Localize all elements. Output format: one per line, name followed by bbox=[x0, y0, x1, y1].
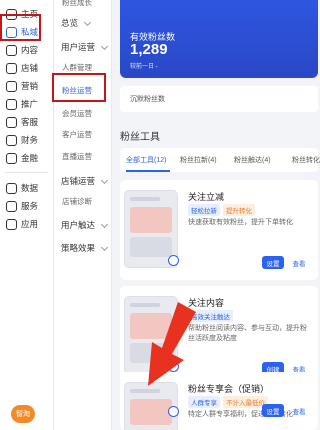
tool-card-follow-content: 关注内容 高效关注触达 帮助粉丝阅读内容、参与互动，提升粉丝活跃度及粘度 创建 … bbox=[120, 286, 318, 386]
data-icon bbox=[6, 182, 17, 194]
subnav-group-user-reach[interactable]: 用户触达 bbox=[61, 219, 95, 231]
tools-tabs: 全部工具(12) 粉丝拉新(4) 粉丝触达(4) 粉丝转化 bbox=[120, 148, 320, 172]
finance-service-icon bbox=[6, 152, 17, 164]
highlight-box-private-domain bbox=[0, 14, 41, 41]
subnav-item-member-ops[interactable]: 会员运营 bbox=[62, 108, 92, 119]
fans-stats-panel: 有效粉丝数 1,289 较前一日 - bbox=[120, 0, 318, 78]
subnav-group-strategy[interactable]: 策略效果 bbox=[61, 242, 95, 254]
sub-navigation: 粉丝成长 总览 用户运营 人群管理 粉丝运营 会员运营 客户运营 直播运营 店铺… bbox=[54, 0, 112, 430]
sidebar-item-finance[interactable]: 财务 bbox=[0, 130, 54, 150]
subnav-group-user-ops[interactable]: 用户运营 bbox=[61, 41, 95, 53]
silent-fans-label: 沉默粉丝数 bbox=[130, 96, 165, 103]
fans-tools-title: 粉丝工具 bbox=[120, 132, 160, 143]
services-icon bbox=[6, 200, 17, 212]
valid-fans-compare: 较前一日 - bbox=[130, 64, 158, 70]
tool-tag: 轻松拉新 bbox=[188, 204, 220, 216]
silent-fans-panel: 沉默粉丝数 bbox=[120, 86, 318, 112]
tool-tags: 高效关注触达 bbox=[188, 310, 233, 322]
tab-all-tools[interactable]: 全部工具(12) bbox=[126, 155, 166, 165]
chat-bubble-icon bbox=[168, 361, 179, 372]
service-icon bbox=[6, 116, 17, 128]
tool-title: 粉丝专享会（促销） bbox=[188, 384, 270, 394]
view-button[interactable]: 查看 bbox=[288, 256, 310, 269]
tool-tags: 人群专享 不计入最低价 bbox=[188, 396, 268, 408]
sidebar-item-content[interactable]: 内容 bbox=[0, 40, 54, 60]
sidebar-item-service[interactable]: 客服 bbox=[0, 112, 54, 132]
sidebar-item-finance-service[interactable]: 金融 bbox=[0, 148, 54, 168]
tool-tags: 轻松拉新 提升转化 bbox=[188, 204, 255, 216]
tool-card-follow-discount: 关注立减 轻松拉新 提升转化 快速获取有效粉丝，提升下单转化 设置 查看 bbox=[120, 180, 318, 280]
content-icon bbox=[6, 44, 17, 56]
subnav-overview[interactable]: 总览 bbox=[61, 17, 78, 29]
finance-icon bbox=[6, 134, 17, 146]
subnav-item-crowd[interactable]: 人群管理 bbox=[62, 62, 92, 73]
sidebar-divider bbox=[4, 172, 48, 173]
sidebar-item-data[interactable]: 数据 bbox=[0, 178, 54, 198]
tool-description: 快速获取有效粉丝，提升下单转化 bbox=[188, 219, 293, 226]
tab-fans-reach[interactable]: 粉丝触达(4) bbox=[234, 155, 271, 165]
chat-bubble-icon bbox=[168, 255, 179, 266]
subnav-item-customer-ops[interactable]: 客户运营 bbox=[62, 129, 92, 140]
main-content: 有效粉丝数 1,289 较前一日 - 沉默粉丝数 粉丝工具 全部工具(12) 粉… bbox=[112, 0, 320, 430]
sidebar-item-services[interactable]: 服务 bbox=[0, 196, 54, 216]
tool-title: 关注立减 bbox=[188, 192, 225, 202]
tab-fans-acquire[interactable]: 粉丝拉新(4) bbox=[180, 155, 217, 165]
active-tab-indicator bbox=[126, 170, 170, 172]
tab-fans-convert[interactable]: 粉丝转化 bbox=[292, 155, 320, 165]
chat-bubble-icon bbox=[168, 406, 179, 417]
tool-card-fans-exclusive: 粉丝专享会（促销） 人群专享 不计入最低价 特定人群专享福利，促进成交转化 设置… bbox=[120, 372, 318, 430]
setup-button[interactable]: 设置 bbox=[262, 404, 284, 417]
subnav-item-store-diagnosis[interactable]: 店铺诊断 bbox=[62, 196, 92, 207]
sidebar-item-promotion[interactable]: 推广 bbox=[0, 94, 54, 114]
valid-fans-value: 1,289 bbox=[130, 41, 168, 58]
tool-tag: 高效关注触达 bbox=[188, 310, 233, 322]
main-sidebar: 主页 私域 内容 店铺 营销 推广 客服 财务 金融 数据 服务 应用 智淘 bbox=[0, 0, 54, 430]
sidebar-item-store[interactable]: 店铺 bbox=[0, 58, 54, 78]
setup-button[interactable]: 设置 bbox=[262, 256, 284, 269]
tool-description: 帮助粉丝阅读内容、参与互动，提升粉丝活跃度及粘度 bbox=[188, 325, 307, 342]
subnav-item-live-ops[interactable]: 直播运营 bbox=[62, 151, 92, 162]
tool-tag: 人群专享 bbox=[188, 396, 220, 408]
sidebar-item-apps[interactable]: 应用 bbox=[0, 214, 54, 234]
sidebar-item-marketing[interactable]: 营销 bbox=[0, 76, 54, 96]
marketing-icon bbox=[6, 80, 17, 92]
view-button[interactable]: 查看 bbox=[288, 404, 310, 417]
promotion-icon bbox=[6, 98, 17, 110]
highlight-box-fans-ops bbox=[52, 73, 106, 102]
tool-title: 关注内容 bbox=[188, 298, 225, 308]
brand-logo: 智淘 bbox=[11, 405, 35, 423]
subnav-item-fans-growth[interactable]: 粉丝成长 bbox=[62, 0, 92, 8]
subnav-group-store-ops[interactable]: 店铺运营 bbox=[61, 175, 95, 187]
apps-icon bbox=[6, 218, 17, 230]
tool-tag: 提升转化 bbox=[223, 204, 255, 216]
store-icon bbox=[6, 62, 17, 74]
